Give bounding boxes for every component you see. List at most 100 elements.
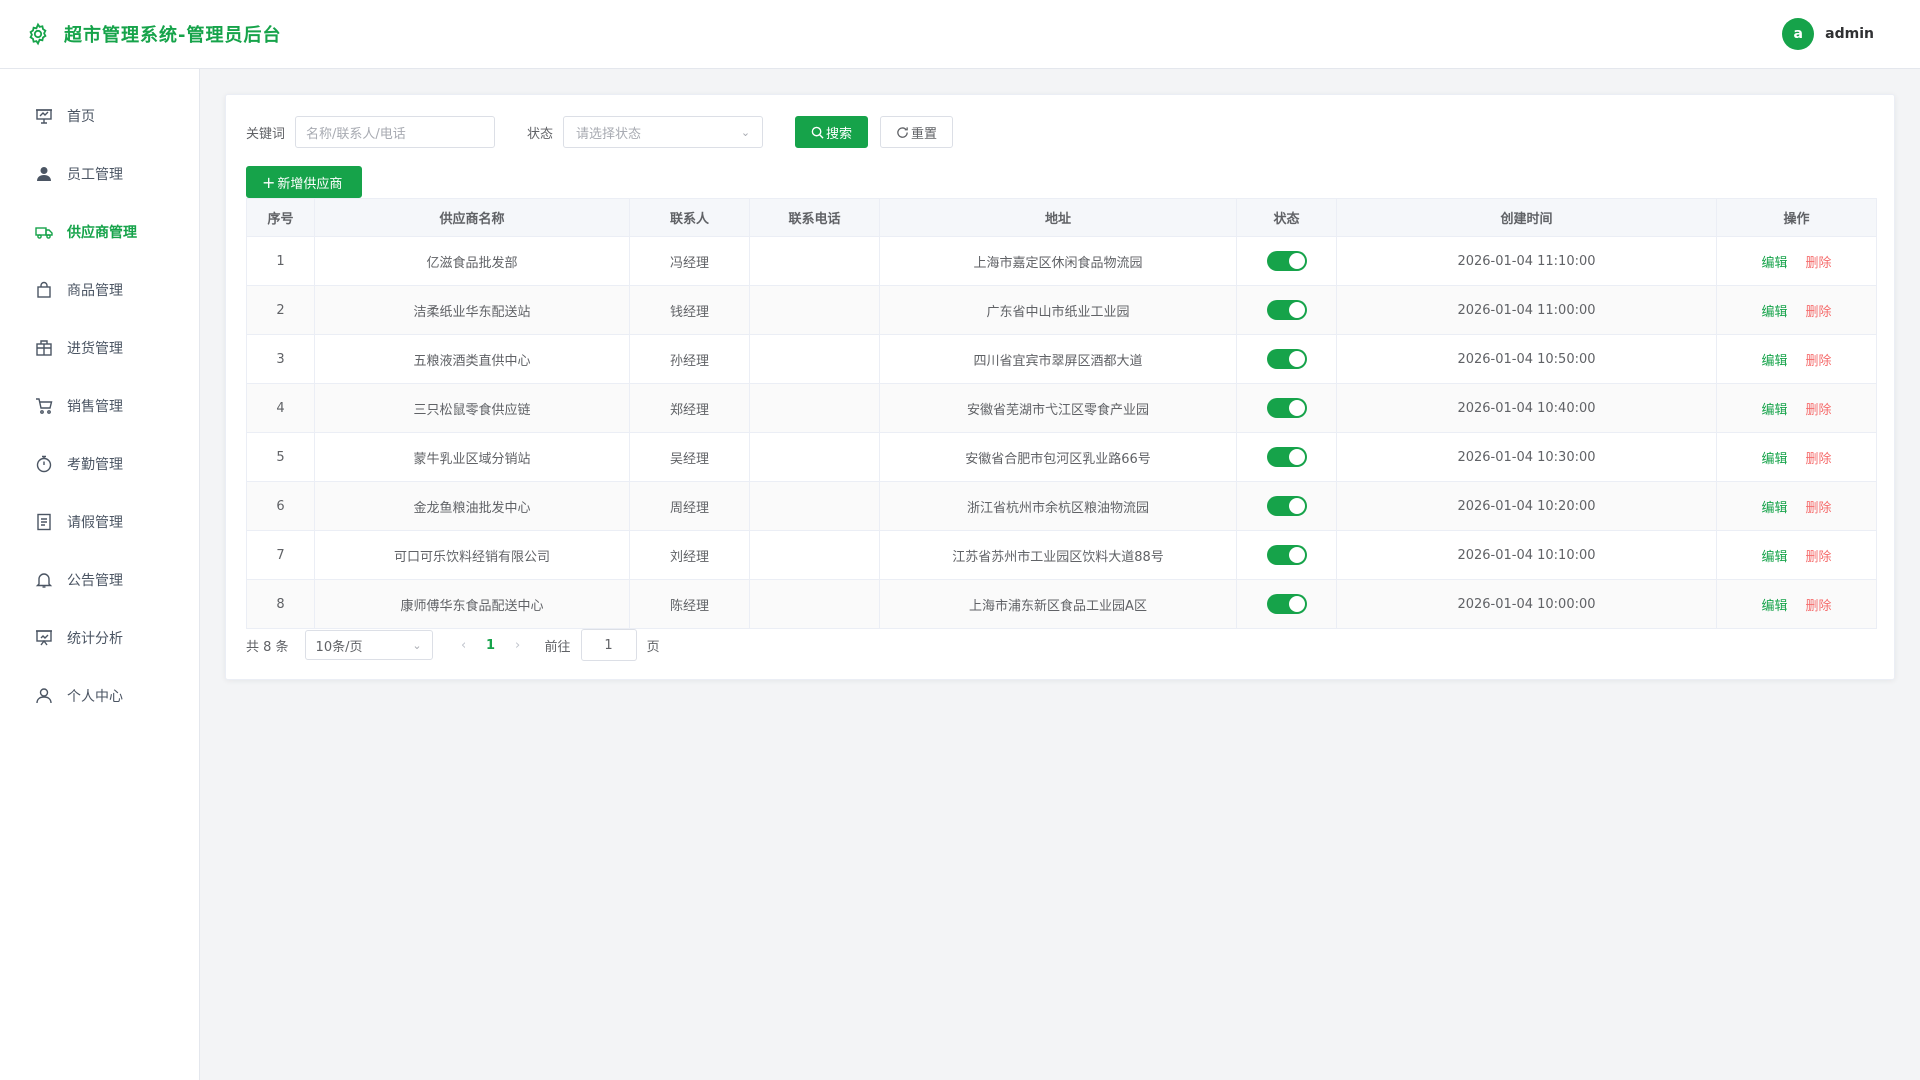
sidebar-item-profile[interactable]: 个人中心 [0, 667, 199, 725]
sidebar-item-label: 考勤管理 [67, 457, 123, 473]
delete-link[interactable]: 删除 [1806, 403, 1832, 418]
sidebar-item-statistics[interactable]: 统计分析 [0, 609, 199, 667]
search-button-label: 搜索 [826, 126, 853, 142]
delete-link[interactable]: 删除 [1806, 550, 1832, 565]
cell-created: 2026-01-04 10:00:00 [1336, 579, 1717, 629]
status-toggle[interactable] [1266, 300, 1307, 320]
edit-link[interactable]: 编辑 [1761, 305, 1787, 320]
column-header: 操作 [1716, 198, 1877, 237]
status-select[interactable]: 请选择状态 ⌄ [563, 116, 764, 148]
cell-contact: 吴经理 [629, 432, 750, 482]
cell-contact: 钱经理 [629, 285, 750, 335]
cell-address: 安徽省芜湖市弋江区零食产业园 [879, 383, 1237, 433]
sidebar-item-notices[interactable]: 公告管理 [0, 551, 199, 609]
status-toggle[interactable] [1266, 398, 1307, 418]
cell-address: 上海市浦东新区食品工业园A区 [879, 579, 1237, 629]
status-toggle[interactable] [1266, 349, 1307, 369]
goto-page-input[interactable]: 1 [580, 629, 637, 661]
cell-no: 4 [246, 383, 315, 433]
user-icon [35, 165, 53, 183]
keyword-label: 关键词 [246, 126, 286, 142]
cell-phone [749, 383, 880, 433]
edit-link[interactable]: 编辑 [1761, 550, 1787, 565]
supplier-table: 序号 供应商名称 联系人 联系电话 地址 状态 创建时间 操作 1 亿滋食品批发… [246, 198, 1877, 629]
chevron-down-icon: ⌄ [740, 125, 751, 139]
sidebar-item-label: 进货管理 [67, 341, 123, 357]
cell-created: 2026-01-04 10:40:00 [1336, 383, 1717, 433]
column-header: 供应商名称 [314, 198, 630, 237]
status-toggle[interactable] [1266, 594, 1307, 614]
delete-link[interactable]: 删除 [1806, 305, 1832, 320]
cell-contact: 郑经理 [629, 383, 750, 433]
cell-created: 2026-01-04 10:10:00 [1336, 530, 1717, 580]
keyword-input[interactable]: 名称/联系人/电话 [295, 116, 496, 148]
status-toggle[interactable] [1266, 545, 1307, 565]
page-size-select[interactable]: 10条/页 ⌄ [304, 630, 433, 660]
table-row: 7 可口可乐饮料经销有限公司 刘经理 江苏省苏州市工业园区饮料大道88号 202… [246, 530, 1877, 580]
cell-no: 1 [246, 236, 315, 286]
avatar[interactable]: a [1782, 18, 1815, 50]
sidebar-item-employees[interactable]: 员工管理 [0, 145, 199, 203]
top-header: 超市管理系统-管理员后台 a admin [0, 0, 1920, 69]
cell-address: 上海市嘉定区休闲食品物流园 [879, 236, 1237, 286]
page-suffix: 页 [646, 639, 660, 655]
delete-link[interactable]: 删除 [1806, 354, 1832, 369]
edit-link[interactable]: 编辑 [1761, 599, 1787, 614]
table-row: 8 康师傅华东食品配送中心 陈经理 上海市浦东新区食品工业园A区 2026-01… [246, 579, 1877, 629]
cell-no: 3 [246, 334, 315, 384]
edit-link[interactable]: 编辑 [1761, 256, 1787, 271]
sidebar-item-home[interactable]: 首页 [0, 87, 199, 145]
presentation-icon [35, 107, 53, 125]
username[interactable]: admin [1825, 26, 1874, 42]
delete-link[interactable]: 删除 [1806, 452, 1832, 467]
column-header: 联系人 [629, 198, 750, 237]
cell-created: 2026-01-04 10:50:00 [1336, 334, 1717, 384]
cell-no: 5 [246, 432, 315, 482]
sidebar-item-suppliers[interactable]: 供应商管理 [0, 203, 199, 261]
edit-link[interactable]: 编辑 [1761, 501, 1787, 516]
prev-page-icon[interactable]: ‹ [453, 638, 475, 653]
cell-no: 6 [246, 481, 315, 531]
cell-name: 三只松鼠零食供应链 [314, 383, 630, 433]
cell-created: 2026-01-04 10:20:00 [1336, 481, 1717, 531]
table-header-row: 序号 供应商名称 联系人 联系电话 地址 状态 创建时间 操作 [246, 198, 1877, 237]
reset-button[interactable]: 重置 [880, 116, 954, 148]
delete-link[interactable]: 删除 [1806, 599, 1832, 614]
status-toggle[interactable] [1266, 447, 1307, 467]
page-number-current[interactable]: 1 [475, 638, 507, 653]
chevron-down-icon: ⌄ [412, 638, 422, 652]
edit-link[interactable]: 编辑 [1761, 452, 1787, 467]
sidebar-item-products[interactable]: 商品管理 [0, 261, 199, 319]
column-header: 创建时间 [1336, 198, 1717, 237]
sidebar-item-label: 商品管理 [67, 283, 123, 299]
add-supplier-button[interactable]: + 新增供应商 [246, 166, 362, 198]
edit-link[interactable]: 编辑 [1761, 354, 1787, 369]
sidebar-item-label: 个人中心 [67, 689, 123, 705]
cell-contact: 冯经理 [629, 236, 750, 286]
cell-phone [749, 334, 880, 384]
user-menu[interactable]: a admin [1782, 18, 1874, 50]
cell-phone [749, 530, 880, 580]
table-row: 2 洁柔纸业华东配送站 钱经理 广东省中山市纸业工业园 2026-01-04 1… [246, 285, 1877, 335]
cell-created: 2026-01-04 11:00:00 [1336, 285, 1717, 335]
cell-address: 广东省中山市纸业工业园 [879, 285, 1237, 335]
cell-contact: 周经理 [629, 481, 750, 531]
sidebar-item-label: 统计分析 [67, 631, 123, 647]
plus-icon: + [262, 172, 276, 192]
status-toggle[interactable] [1266, 251, 1307, 271]
search-button[interactable]: 搜索 [795, 116, 869, 148]
delete-link[interactable]: 删除 [1806, 256, 1832, 271]
cell-address: 江苏省苏州市工业园区饮料大道88号 [879, 530, 1237, 580]
next-page-icon[interactable]: › [507, 638, 529, 653]
reset-button-label: 重置 [911, 126, 938, 142]
sidebar-item-sales[interactable]: 销售管理 [0, 377, 199, 435]
edit-link[interactable]: 编辑 [1761, 403, 1787, 418]
delete-link[interactable]: 删除 [1806, 501, 1832, 516]
cell-created: 2026-01-04 11:10:00 [1336, 236, 1717, 286]
sidebar-item-attendance[interactable]: 考勤管理 [0, 435, 199, 493]
status-toggle[interactable] [1266, 496, 1307, 516]
sidebar: 首页 员工管理 供应商管理 商品管理 进货管理 销售管理 考勤管理 请假管理 公… [0, 69, 200, 1080]
sidebar-item-purchase[interactable]: 进货管理 [0, 319, 199, 377]
sidebar-item-leave[interactable]: 请假管理 [0, 493, 199, 551]
column-header: 序号 [246, 198, 315, 237]
